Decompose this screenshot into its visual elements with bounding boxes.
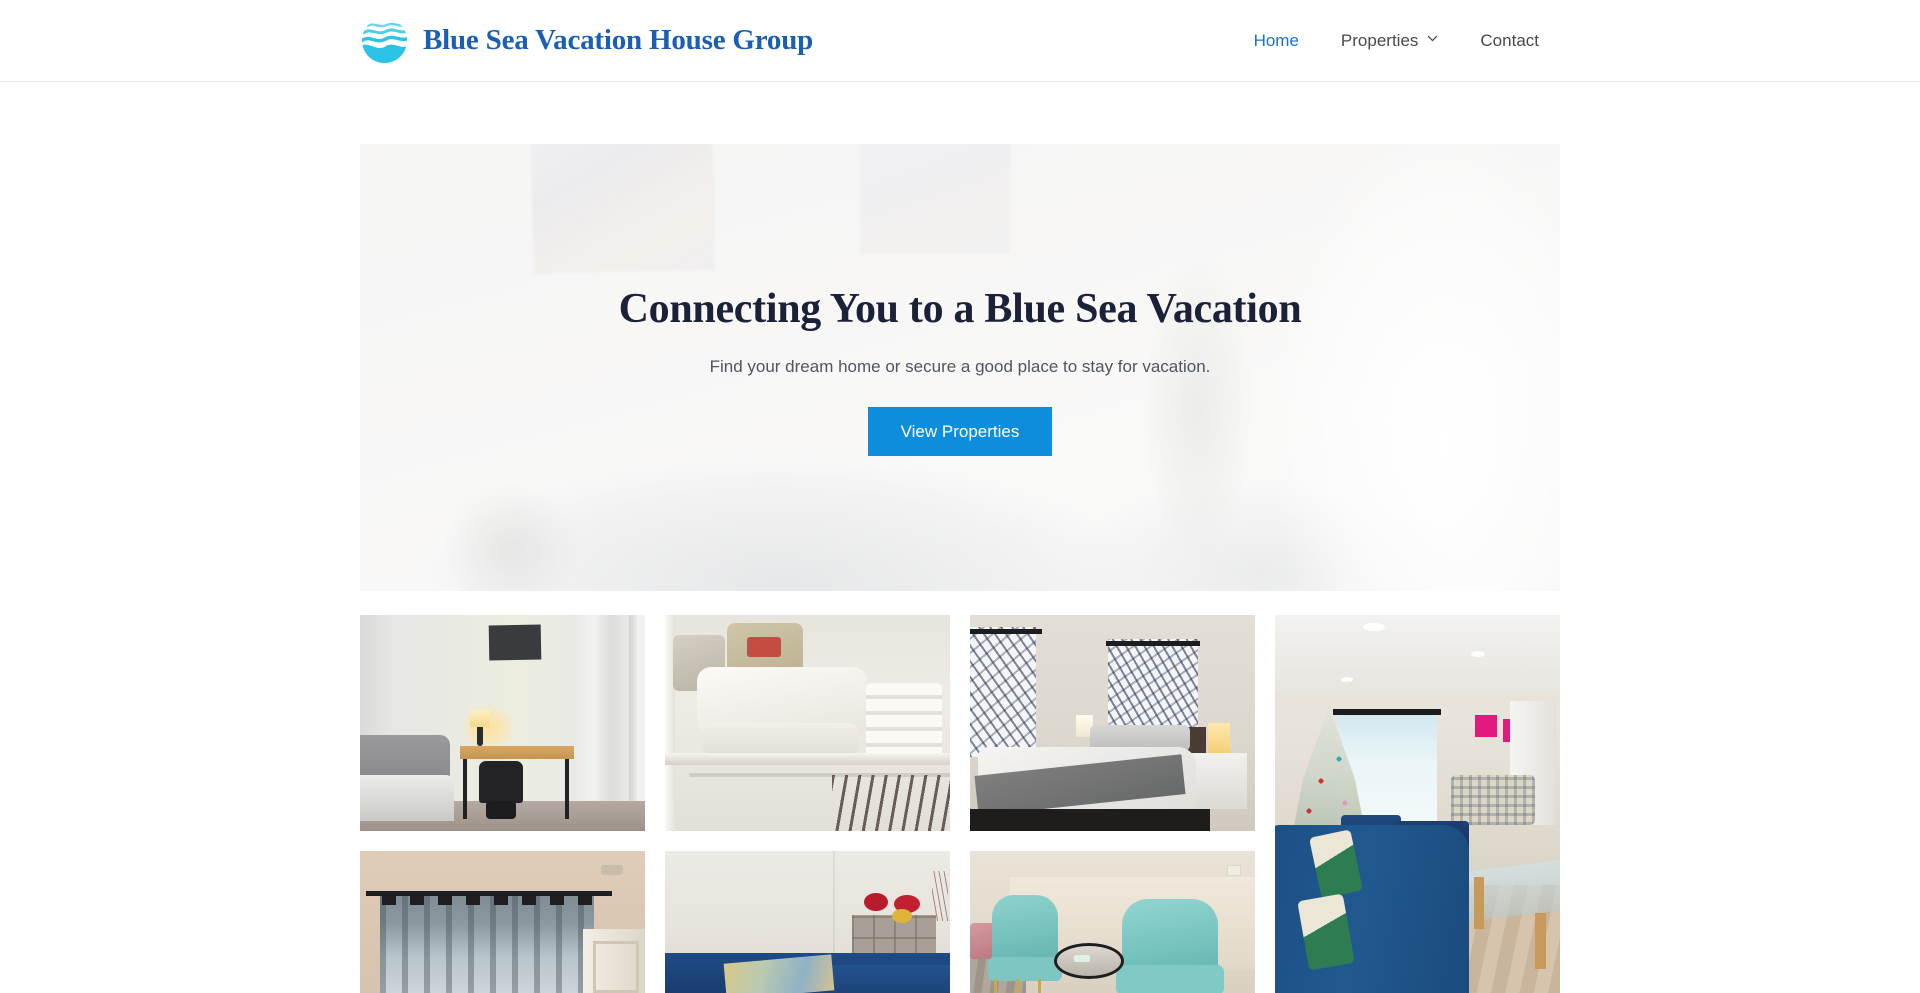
gallery-photo-closet-linens[interactable]: [665, 615, 950, 831]
photo-detail: [866, 683, 942, 755]
photo-detail: [1208, 723, 1230, 753]
photo-detail: [629, 615, 639, 831]
nav-item-contact[interactable]: Contact: [1459, 21, 1560, 61]
nav-item-contact-label: Contact: [1480, 30, 1539, 50]
gallery-column-2: [665, 615, 950, 993]
gallery-photo-gray-curtains[interactable]: [360, 851, 645, 993]
photo-detail: [1451, 775, 1535, 825]
site-header: Blue Sea Vacation House Group Home Prope…: [0, 0, 1920, 82]
photo-detail: [360, 775, 454, 821]
photo-detail: [479, 761, 523, 803]
hero-subtitle: Find your dream home or secure a good pl…: [709, 357, 1211, 377]
header-inner: Blue Sea Vacation House Group Home Prope…: [360, 0, 1560, 81]
photo-detail: [460, 746, 574, 759]
photo-detail: [470, 710, 490, 727]
nav-item-properties-label: Properties: [1340, 30, 1419, 50]
photo-detail: [1341, 677, 1353, 682]
nav-item-home-label: Home: [1253, 30, 1299, 50]
gallery-photo-blue-sofa-shelf[interactable]: [665, 851, 950, 993]
photo-detail: [1474, 877, 1484, 929]
hero-banner: Connecting You to a Blue Sea Vacation Fi…: [360, 144, 1560, 591]
wave-circle-logo-icon: [360, 16, 409, 65]
photo-detail: [1471, 651, 1485, 657]
main-navigation: Home Properties Contact: [1233, 21, 1560, 61]
photo-detail: [477, 727, 483, 746]
photo-detail: [703, 723, 859, 755]
nav-item-properties[interactable]: Properties: [1320, 21, 1459, 61]
photo-detail: [832, 775, 950, 831]
photo-detail: [970, 627, 1036, 757]
gallery-photo-bedroom-desk[interactable]: [360, 615, 645, 831]
photo-detail: [970, 629, 1042, 634]
photo-detail: [727, 623, 803, 673]
photo-detail: [932, 871, 948, 921]
gallery-photo-bedroom-doodle-curtains[interactable]: [970, 615, 1255, 831]
photo-detail: [994, 979, 1054, 993]
photo-detail: [565, 759, 569, 819]
photo-detail: [382, 895, 592, 905]
photo-detail: [601, 865, 623, 875]
photo-detail: [1475, 715, 1497, 737]
photo-detail: [1275, 615, 1560, 693]
gallery-photo-living-room-christmas[interactable]: [1275, 615, 1560, 993]
page-body: Connecting You to a Blue Sea Vacation Fi…: [360, 144, 1560, 993]
gallery-column-1: [360, 615, 645, 993]
nav-item-home[interactable]: Home: [1233, 21, 1320, 61]
photo-detail: [1106, 641, 1200, 646]
photo-detail: [665, 753, 950, 765]
photo-detail: [488, 624, 542, 661]
gallery-photo-teal-armchairs[interactable]: [970, 851, 1255, 993]
chevron-down-icon: [1427, 33, 1438, 44]
hero-content: Connecting You to a Blue Sea Vacation Fi…: [360, 144, 1560, 591]
photo-detail: [988, 957, 1062, 981]
photo-detail: [1363, 623, 1385, 631]
photo-detail: [864, 893, 888, 911]
photo-detail: [892, 909, 912, 923]
view-properties-button[interactable]: View Properties: [867, 407, 1053, 457]
photo-detail: [1333, 709, 1441, 715]
photo-detail: [463, 759, 467, 819]
gallery-column-4: [1275, 615, 1560, 993]
brand-logo-link[interactable]: Blue Sea Vacation House Group: [360, 16, 813, 65]
property-photo-gallery: [360, 615, 1560, 993]
photo-detail: [1074, 955, 1090, 962]
gallery-column-3: [970, 615, 1255, 993]
photo-detail: [970, 809, 1210, 831]
photo-detail: [1227, 865, 1241, 876]
hero-title: Connecting You to a Blue Sea Vacation: [618, 286, 1302, 332]
photo-detail: [486, 801, 516, 819]
photo-detail: [1116, 965, 1224, 993]
photo-detail: [583, 929, 645, 993]
photo-detail: [380, 893, 594, 993]
photo-detail: [1535, 913, 1546, 969]
brand-name: Blue Sea Vacation House Group: [423, 24, 814, 56]
photo-detail: [1189, 753, 1247, 809]
